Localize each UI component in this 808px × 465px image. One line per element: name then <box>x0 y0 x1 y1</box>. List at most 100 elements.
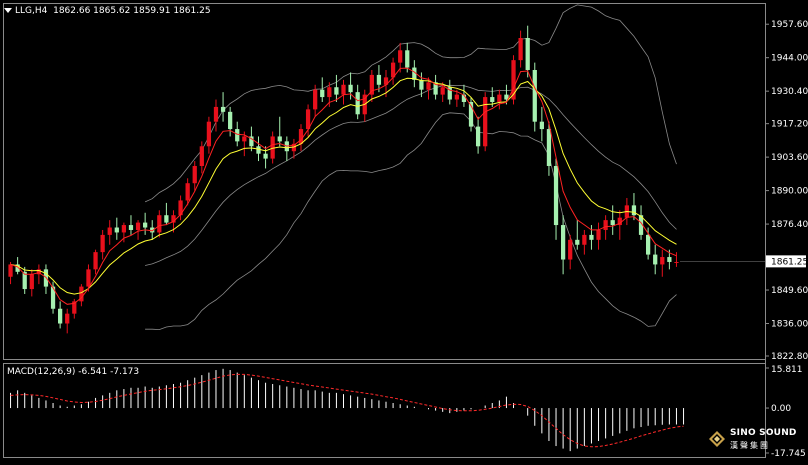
candle <box>277 116 282 147</box>
candle <box>220 92 226 122</box>
candle <box>468 97 474 132</box>
price-tick-label: 1876.40 <box>771 220 808 230</box>
candle-body <box>157 215 162 233</box>
candle <box>617 210 622 240</box>
candle <box>65 308 70 334</box>
price-tick-label: 1822.80 <box>771 352 808 362</box>
candlesticks <box>8 25 679 334</box>
candle <box>582 229 587 255</box>
candle-body <box>107 227 112 235</box>
candle-body <box>213 106 219 122</box>
candle-body <box>235 129 240 142</box>
candle-body <box>667 257 672 262</box>
candle <box>674 252 679 267</box>
candle <box>645 227 651 260</box>
candle <box>560 215 566 275</box>
candle-body <box>398 50 403 63</box>
price-tick-label: 1849.60 <box>771 286 808 296</box>
symbol-label: LLG,H4 <box>15 6 48 16</box>
candle-body <box>575 239 580 245</box>
candle-body <box>546 129 552 166</box>
dropdown-triangle-icon[interactable] <box>4 8 12 13</box>
macd-signal-line <box>10 373 684 448</box>
macd-values: -6.541 -7.173 <box>78 367 140 377</box>
candle-body <box>199 146 204 166</box>
macd-tick-label: 0.00 <box>771 404 791 414</box>
macd-label: MACD(12,26,9) <box>7 367 76 377</box>
candle <box>596 222 601 250</box>
candle-body <box>334 87 339 95</box>
candle <box>263 146 268 169</box>
candle-body <box>369 74 374 95</box>
logo-text-zh: 漢聲集團 <box>730 441 770 450</box>
candle <box>100 229 105 260</box>
candle-body <box>121 225 127 233</box>
price-tick-label: 1890.00 <box>771 187 808 197</box>
price-tick-label: 1861.25 <box>771 257 808 267</box>
candle-body <box>589 234 594 240</box>
price-tick-label: 1944.00 <box>771 54 808 64</box>
candle-body <box>568 239 573 260</box>
price-axis: 1957.60 1944.00 1930.40 1917.20 1903.60 1890.… <box>680 20 808 362</box>
candle-body <box>553 165 559 226</box>
trading-chart[interactable]: 1957.60 1944.00 1930.40 1917.20 1903.60 1890.… <box>0 0 808 461</box>
candle <box>206 116 212 154</box>
candle <box>114 217 119 240</box>
candle <box>157 210 162 238</box>
bollinger-lower-band <box>145 112 677 331</box>
candle-body <box>532 69 537 122</box>
candle-body <box>610 220 615 226</box>
candle <box>320 77 325 102</box>
candle <box>433 74 438 100</box>
candle-body <box>596 229 601 240</box>
candle-body <box>58 308 63 324</box>
candle <box>568 234 573 270</box>
candle-body <box>419 79 424 90</box>
candle-body <box>376 74 382 85</box>
candle-body <box>100 234 105 253</box>
candle <box>653 244 658 275</box>
price-panel-frame <box>3 3 766 360</box>
candle <box>164 202 169 226</box>
macd-indicator <box>10 368 685 452</box>
candle <box>341 79 346 105</box>
candle-body <box>560 225 566 260</box>
candle-body <box>348 84 353 93</box>
candle <box>107 220 112 245</box>
candle <box>511 55 516 105</box>
candle-body <box>263 153 268 159</box>
candle-body <box>277 136 282 142</box>
candle <box>553 158 559 240</box>
candle <box>475 116 481 154</box>
price-chart-canvas[interactable]: 1957.60 1944.00 1930.40 1917.20 1903.60 1890.… <box>0 0 808 461</box>
candle-body <box>228 111 233 130</box>
candle-body <box>93 252 98 270</box>
candle <box>532 62 537 132</box>
candle <box>135 220 141 240</box>
candle-body <box>29 274 34 290</box>
candle-body <box>114 227 119 233</box>
candle <box>369 69 374 102</box>
candle-body <box>525 37 530 70</box>
price-tick-label: 1903.60 <box>771 153 808 163</box>
candle-body <box>135 222 141 230</box>
candle <box>143 212 148 235</box>
candle <box>362 89 367 122</box>
candle <box>631 193 637 221</box>
macd-header: MACD(12,26,9) -6.541 -7.173 <box>7 367 139 377</box>
candle <box>228 106 233 137</box>
candle-body <box>355 92 360 115</box>
ma-slow-line <box>10 77 677 295</box>
symbol-header[interactable]: LLG,H4 1862.66 1865.62 1859.91 1861.25 <box>4 6 211 16</box>
price-tick-label: 1836.00 <box>771 320 808 330</box>
candle <box>447 79 452 105</box>
price-tick-label: 1930.40 <box>771 87 808 97</box>
candle-body <box>164 215 169 223</box>
candle <box>525 25 530 78</box>
candle-body <box>192 165 197 184</box>
candle <box>497 89 502 110</box>
candle <box>93 249 98 275</box>
ohlc-values: 1862.66 1865.62 1859.91 1861.25 <box>53 6 211 16</box>
candle <box>284 136 289 162</box>
candle-body <box>645 234 651 255</box>
